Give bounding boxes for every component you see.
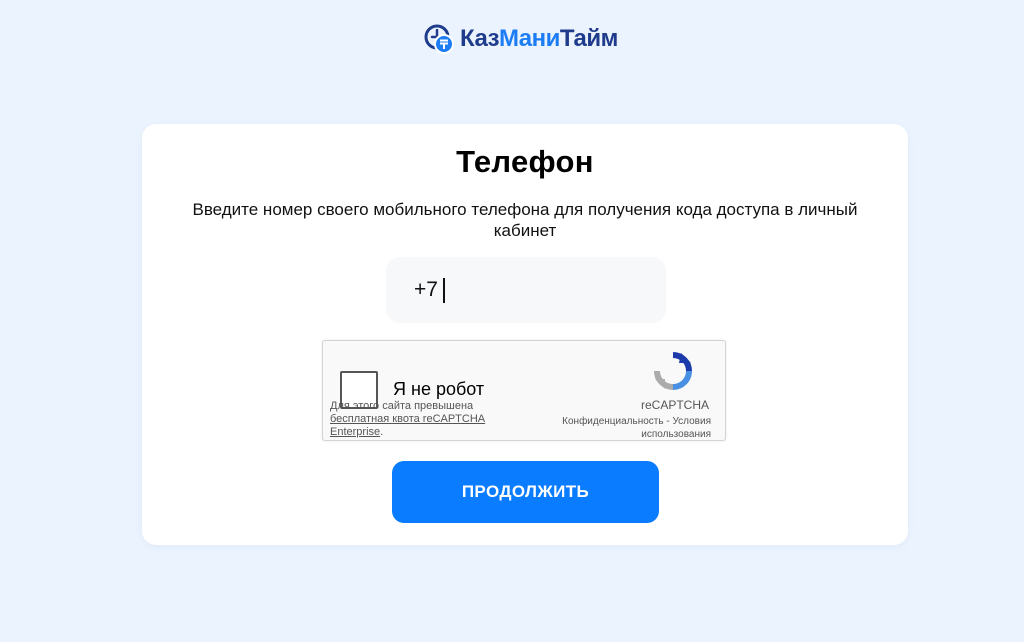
quota-link[interactable]: бесплатная квота reCAPTCHA Enterprise [330, 413, 485, 438]
recaptcha-widget: Я не робот Для этого сайта превышена бес… [322, 340, 726, 441]
page-subtitle: Введите номер своего мобильного телефона… [192, 200, 858, 240]
recaptcha-privacy-link[interactable]: Конфиденциальность [562, 416, 663, 427]
recaptcha-quota-message: Для этого сайта превышена бесплатная кво… [330, 400, 520, 439]
continue-button[interactable]: ПРОДОЛЖИТЬ [392, 461, 659, 523]
page: КазМаниТайм Телефон Введите номер своего… [0, 0, 1024, 642]
phone-input[interactable]: +7 [386, 257, 666, 323]
clock-tenge-icon [424, 24, 454, 54]
quota-text: Для этого сайта превышена [330, 400, 474, 412]
recaptcha-brand: reCAPTCHA [640, 398, 709, 412]
brand-name: КазМаниТайм [460, 22, 618, 56]
brand-logo[interactable]: КазМаниТайм [423, 22, 618, 56]
recaptcha-legal: Конфиденциальность - Условия использован… [511, 415, 711, 441]
brand-part-1: Каз [460, 25, 500, 52]
text-caret [442, 277, 445, 303]
recaptcha-logo-icon [654, 352, 692, 390]
quota-end: . [380, 426, 384, 438]
page-title: Телефон [456, 144, 594, 179]
recaptcha-checkbox-label: Я не робот [393, 379, 485, 399]
phone-value: +7 [414, 278, 438, 301]
brand-part-3: Тайм [559, 25, 618, 52]
brand-part-2: Мани [499, 25, 560, 52]
login-card: Телефон Введите номер своего мобильного … [142, 124, 908, 545]
